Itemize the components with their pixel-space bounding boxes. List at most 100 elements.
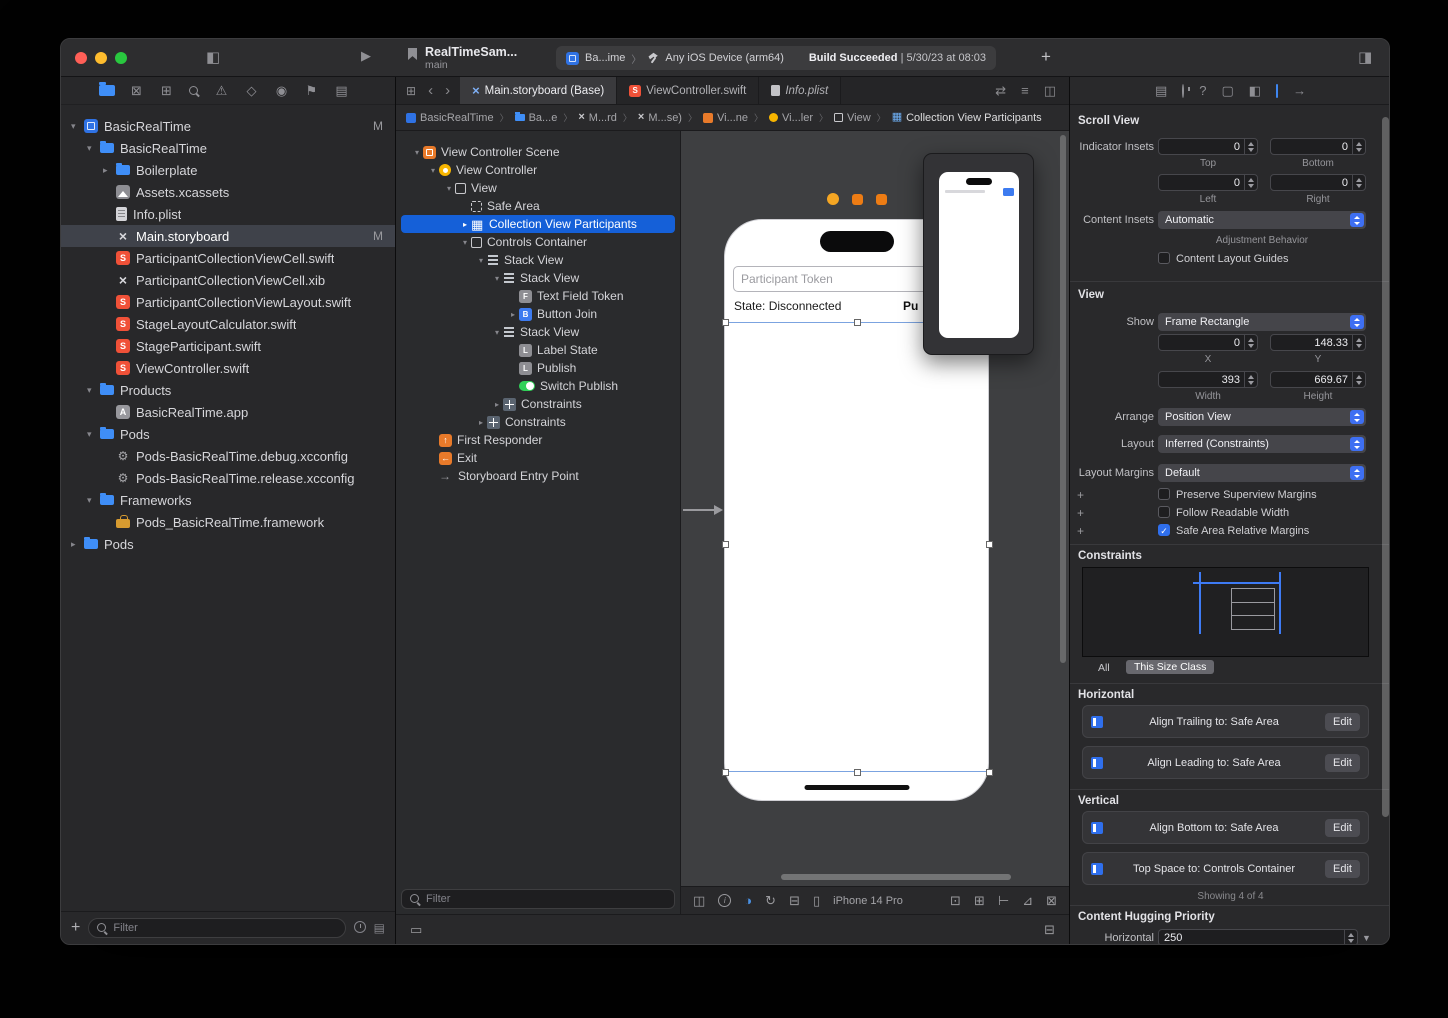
- disclosure-triangle-icon[interactable]: ▸: [475, 418, 487, 427]
- add-margin-button[interactable]: +: [1077, 524, 1084, 538]
- scheme-name[interactable]: Ba...ime: [585, 52, 625, 64]
- identity-inspector-icon[interactable]: ▢: [1221, 83, 1233, 99]
- exit-dock-icon[interactable]: [876, 194, 887, 205]
- run-button[interactable]: ▶: [361, 48, 371, 64]
- outline-row[interactable]: Text Field Token: [401, 287, 675, 305]
- stepper[interactable]: [1244, 372, 1257, 387]
- hide-outline-icon[interactable]: ◫: [693, 893, 705, 909]
- outline-row[interactable]: ▾Stack View: [401, 269, 675, 287]
- selection-handle[interactable]: [722, 769, 729, 776]
- edit-button[interactable]: Edit: [1325, 860, 1360, 878]
- disclosure-triangle-icon[interactable]: ▾: [491, 328, 503, 337]
- activity-view[interactable]: Ba...ime 〉 Any iOS Device (arm64) Build …: [556, 46, 996, 70]
- disclosure-triangle-icon[interactable]: ▾: [491, 274, 503, 283]
- outline-row[interactable]: Safe Area: [401, 197, 675, 215]
- navigator-filter-field[interactable]: Filter: [88, 918, 345, 938]
- minimize-button[interactable]: [95, 52, 107, 64]
- segment-this-size-class[interactable]: This Size Class: [1126, 660, 1214, 674]
- breadcrumb-item[interactable]: ▦Collection View Participants: [892, 112, 1042, 124]
- back-button[interactable]: ‹: [428, 85, 433, 97]
- source-control-status-icon[interactable]: ▤: [374, 921, 385, 935]
- inspector-toggle-icon[interactable]: ◨: [1358, 48, 1372, 66]
- add-margin-button[interactable]: +: [1077, 506, 1084, 520]
- edit-button[interactable]: Edit: [1325, 819, 1360, 837]
- adjust-variants-icon[interactable]: i: [718, 894, 731, 907]
- inspector-scrollbar[interactable]: [1382, 117, 1389, 817]
- disclosure-triangle-icon[interactable]: ▾: [475, 256, 487, 265]
- source-control-navigator-icon[interactable]: ⊠: [128, 83, 145, 99]
- stepper[interactable]: [1344, 930, 1357, 945]
- selection-handle[interactable]: [854, 319, 861, 326]
- storyboard-entry-point-arrow[interactable]: [683, 509, 715, 511]
- safe-area-relative-margins-checkbox[interactable]: [1158, 524, 1170, 536]
- disclosure-triangle-icon[interactable]: ▾: [87, 143, 100, 154]
- history-inspector-icon[interactable]: [1182, 85, 1184, 97]
- outline-row[interactable]: ▾View Controller Scene: [401, 143, 675, 161]
- edit-button[interactable]: Edit: [1325, 713, 1360, 731]
- navigator-file-row[interactable]: ▾BasicRealTimeM: [61, 115, 395, 137]
- selection-handle[interactable]: [722, 541, 729, 548]
- outline-row[interactable]: ▾Stack View: [401, 251, 675, 269]
- layout-margins-popup[interactable]: Default: [1158, 464, 1366, 482]
- stepper[interactable]: [1352, 139, 1365, 154]
- selection-handle[interactable]: [722, 319, 729, 326]
- first-responder-dock-icon[interactable]: [852, 194, 863, 205]
- vertical-constraint-row[interactable]: Top Space to: Controls ContainerEdit: [1082, 852, 1369, 885]
- edit-button[interactable]: Edit: [1325, 754, 1360, 772]
- publish-label[interactable]: Pu: [903, 299, 918, 313]
- symbol-navigator-icon[interactable]: ⊞: [158, 83, 175, 99]
- split-view-icon[interactable]: ⊟: [789, 893, 800, 909]
- breakpoint-navigator-icon[interactable]: ⚑: [303, 83, 320, 99]
- stepper[interactable]: [1244, 335, 1257, 350]
- navigator-file-row[interactable]: ▾BasicRealTime: [61, 137, 395, 159]
- follow-readable-width-checkbox[interactable]: [1158, 506, 1170, 518]
- disclosure-triangle-icon[interactable]: ▸: [491, 400, 503, 409]
- content-insets-popup[interactable]: Automatic: [1158, 211, 1366, 229]
- breadcrumb-item[interactable]: BasicRealTime: [406, 112, 494, 124]
- disclosure-triangle-icon[interactable]: ▾: [87, 385, 100, 396]
- code-review-icon[interactable]: ⇄: [995, 83, 1006, 99]
- inset-bottom-field[interactable]: 0: [1270, 138, 1366, 155]
- disclosure-triangle-icon[interactable]: ▾: [411, 148, 423, 157]
- arrange-popup[interactable]: Position View: [1158, 408, 1366, 426]
- fullscreen-button[interactable]: [115, 52, 127, 64]
- navigator-file-row[interactable]: StageParticipant.swift: [61, 335, 395, 357]
- content-layout-guides-checkbox[interactable]: [1158, 252, 1170, 264]
- disclosure-triangle-icon[interactable]: ▸: [71, 539, 84, 550]
- editor-tab[interactable]: Info.plist: [759, 77, 841, 104]
- layout-popup[interactable]: Inferred (Constraints): [1158, 435, 1366, 453]
- run-destination[interactable]: Any iOS Device (arm64): [665, 52, 784, 64]
- report-navigator-icon[interactable]: ▤: [333, 83, 350, 99]
- x-field[interactable]: 0: [1158, 334, 1258, 351]
- navigator-file-row[interactable]: ▸Boilerplate: [61, 159, 395, 181]
- size-inspector-icon[interactable]: [1276, 85, 1278, 97]
- navigator-file-row[interactable]: ParticipantCollectionViewLayout.swift: [61, 291, 395, 313]
- disclosure-triangle-icon[interactable]: ▸: [103, 165, 116, 176]
- stepper[interactable]: [1352, 335, 1365, 350]
- navigator-file-row[interactable]: ▾Frameworks: [61, 489, 395, 511]
- disclosure-triangle-icon[interactable]: ▾: [459, 238, 471, 247]
- add-margin-button[interactable]: +: [1077, 488, 1084, 502]
- appearance-toggle-icon[interactable]: ◑: [744, 893, 752, 908]
- width-field[interactable]: 393: [1158, 371, 1258, 388]
- outline-row[interactable]: ▸Constraints: [401, 395, 675, 413]
- close-button[interactable]: [75, 52, 87, 64]
- show-popup[interactable]: Frame Rectangle: [1158, 313, 1366, 331]
- attributes-inspector-icon[interactable]: ◧: [1249, 83, 1261, 99]
- align-icon[interactable]: ⊞: [974, 893, 985, 909]
- canvas-horizontal-scrollbar[interactable]: [781, 874, 1011, 880]
- forward-button[interactable]: ›: [445, 85, 450, 97]
- outline-row[interactable]: ▸Button Join: [401, 305, 675, 323]
- height-field[interactable]: 669.67: [1270, 371, 1366, 388]
- state-label[interactable]: State: Disconnected: [734, 299, 841, 313]
- editor-tab[interactable]: SViewController.swift: [617, 77, 759, 104]
- recent-files-icon[interactable]: [354, 921, 366, 936]
- outline-row[interactable]: ▸Constraints: [401, 413, 675, 431]
- test-navigator-icon[interactable]: ◇: [243, 83, 260, 99]
- stepper[interactable]: [1352, 175, 1365, 190]
- disclosure-triangle-icon[interactable]: ▾: [427, 166, 439, 175]
- breadcrumb-item[interactable]: View: [834, 112, 871, 124]
- navigator-file-row[interactable]: ViewController.swift: [61, 357, 395, 379]
- navigator-file-row[interactable]: Assets.xcassets: [61, 181, 395, 203]
- outline-row[interactable]: ▸Collection View Participants: [401, 215, 675, 233]
